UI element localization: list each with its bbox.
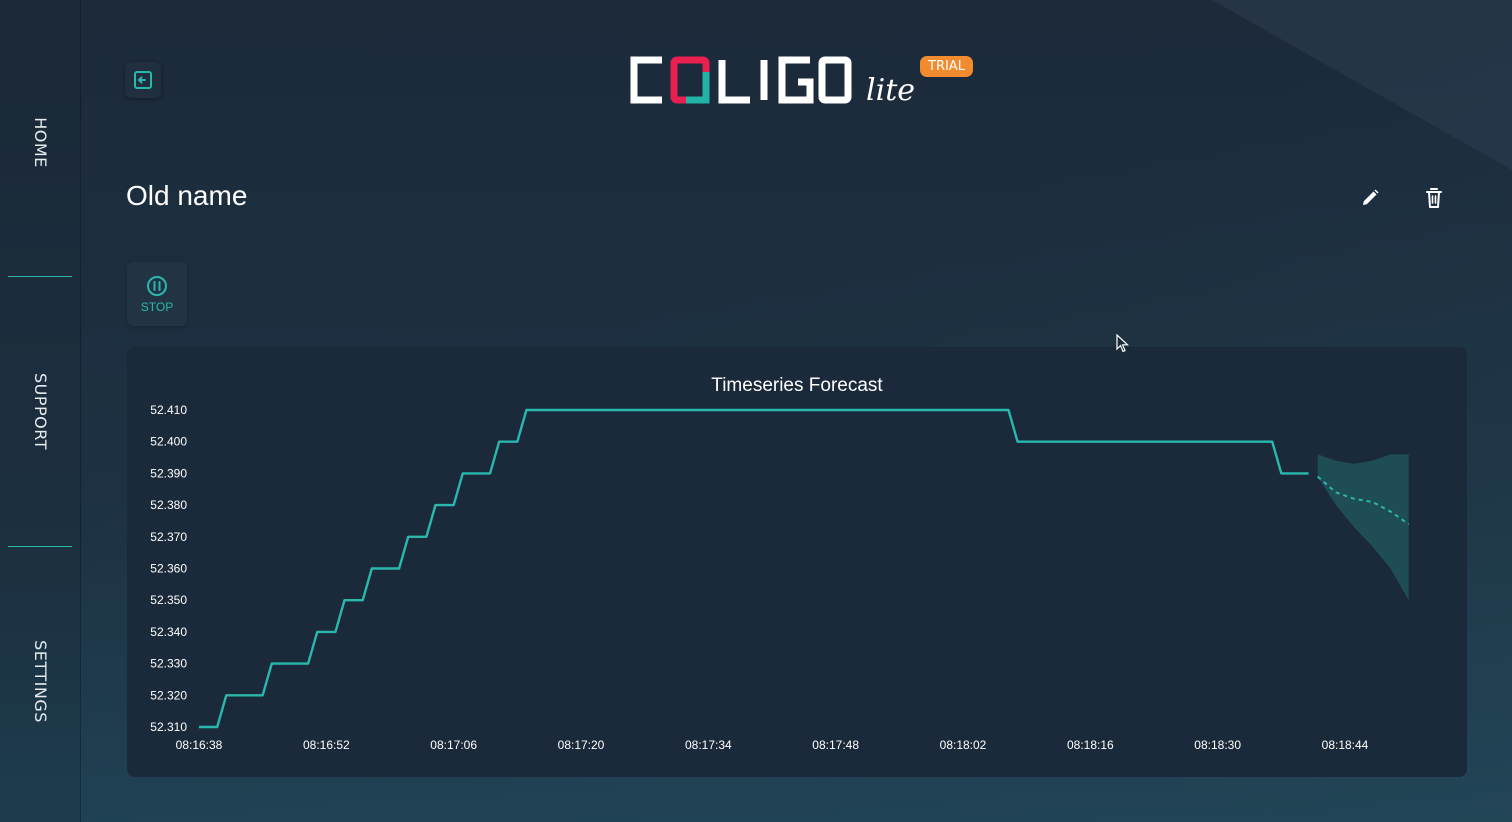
sidebar-item-label: HOME: [30, 116, 50, 168]
x-tick-label: 08:18:02: [940, 738, 987, 752]
edit-button[interactable]: [1356, 184, 1384, 212]
forecast-confidence-band: [1317, 454, 1409, 601]
sidebar-divider: [8, 276, 72, 277]
forecast-chart[interactable]: 52.410 52.400 52.390 52.380 52.370 52.360 52.3…: [127, 347, 1467, 777]
y-tick-label: 52.310: [150, 720, 187, 734]
mouse-cursor-icon: [1116, 334, 1130, 353]
y-tick-label: 52.340: [150, 625, 187, 639]
x-tick-label: 08:17:34: [685, 738, 732, 752]
x-tick-label: 08:17:48: [812, 738, 859, 752]
x-tick-label: 08:18:30: [1194, 738, 1241, 752]
sidebar-item-settings[interactable]: SETTINGS: [0, 630, 80, 732]
app-logo: lite: [626, 52, 916, 108]
sidebar-item-home[interactable]: HOME: [0, 100, 80, 184]
sidebar-item-support[interactable]: SUPPORT: [0, 360, 80, 462]
x-tick-label: 08:18:16: [1067, 738, 1114, 752]
y-tick-label: 52.380: [150, 498, 187, 512]
pencil-icon: [1363, 189, 1379, 205]
y-tick-label: 52.320: [150, 688, 187, 702]
sidebar-item-label: SUPPORT: [30, 372, 50, 450]
y-tick-label: 52.410: [150, 403, 187, 417]
logo-suffix: lite: [866, 73, 915, 108]
exit-icon: [134, 71, 152, 89]
y-tick-label: 52.370: [150, 530, 187, 544]
y-tick-label: 52.350: [150, 593, 187, 607]
delete-button[interactable]: [1420, 184, 1448, 212]
sidebar: HOME SUPPORT SETTINGS: [0, 0, 81, 822]
page-title: Old name: [126, 180, 248, 211]
x-tick-label: 08:16:52: [303, 738, 350, 752]
chart-card: Timeseries Forecast 52.410 52.400 52.390 52…: [127, 347, 1467, 777]
x-tick-label: 08:17:20: [558, 738, 605, 752]
stop-button[interactable]: STOP: [127, 262, 187, 326]
coligo-logo: lite: [630, 56, 915, 108]
sidebar-divider: [8, 546, 72, 547]
background-decoration: [1212, 0, 1512, 170]
observed-series-line: [199, 408, 1309, 729]
stop-label: STOP: [140, 299, 174, 314]
y-tick-label: 52.330: [150, 657, 187, 671]
trial-badge: TRIAL: [920, 56, 973, 77]
x-tick-label: 08:18:44: [1322, 738, 1369, 752]
x-tick-label: 08:17:06: [430, 738, 477, 752]
y-tick-label: 52.360: [150, 562, 187, 576]
y-tick-label: 52.400: [150, 435, 187, 449]
x-tick-label: 08:16:38: [176, 738, 223, 752]
sidebar-item-label: SETTINGS: [30, 639, 50, 723]
y-tick-label: 52.390: [150, 466, 187, 480]
pause-icon: [147, 275, 167, 296]
back-button[interactable]: [125, 62, 161, 98]
app-window: HOME SUPPORT SETTINGS lite TRIAL Old nam…: [0, 0, 1512, 822]
trash-icon: [1426, 188, 1442, 208]
